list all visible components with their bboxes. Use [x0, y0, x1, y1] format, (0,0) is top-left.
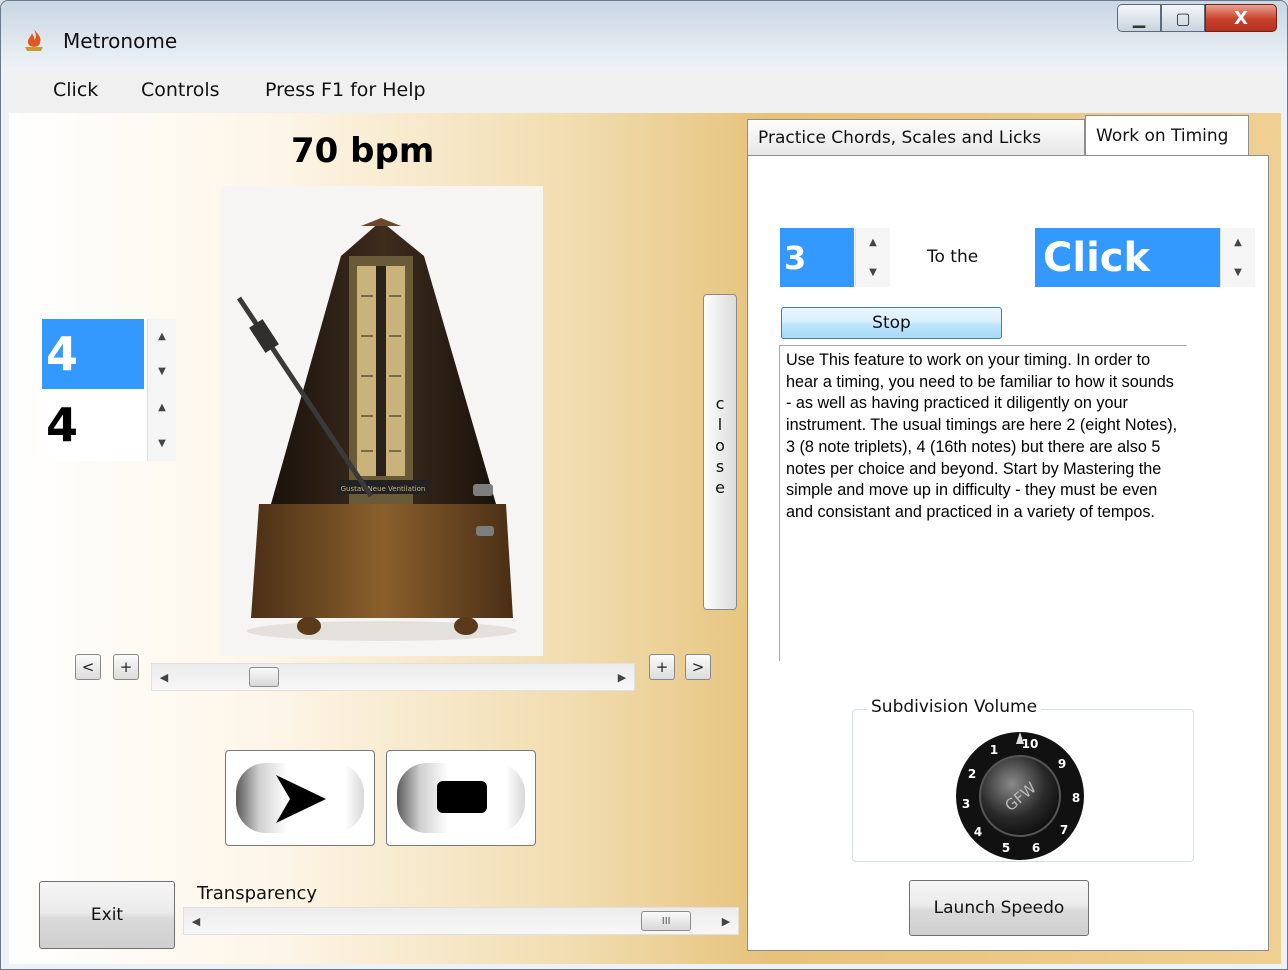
stop-timing-button[interactable]: Stop	[781, 307, 1002, 339]
tempo-slider-thumb[interactable]	[248, 667, 279, 687]
spin-up-icon[interactable]: ▲	[148, 389, 176, 425]
transparency-label: Transparency	[197, 883, 318, 904]
metronome-image: Gustav Neue Ventilation	[221, 186, 543, 656]
knob-mark: 5	[1002, 841, 1010, 855]
knob-mark: 7	[1060, 823, 1068, 837]
volume-knob-icon[interactable]: GFW 10 9 8 7 6 5 4 3 2 1	[946, 728, 1094, 860]
scroll-left-icon[interactable]: ◀	[184, 908, 208, 934]
maximize-button[interactable]: ▢	[1161, 4, 1205, 32]
spin-down-icon[interactable]: ▼	[148, 425, 176, 461]
to-the-label: To the	[927, 247, 979, 267]
menu-bar: Click Controls Press F1 for Help	[9, 71, 1281, 113]
spin-up-icon[interactable]: ▲	[856, 228, 890, 258]
transparency-slider-thumb[interactable]: III	[641, 911, 692, 931]
knob-mark: 2	[968, 767, 976, 781]
subdivision-value[interactable]: 3	[780, 228, 854, 287]
close-window-button[interactable]: X	[1205, 4, 1277, 32]
target-value[interactable]: Click	[1035, 228, 1221, 287]
subdivision-volume-label: Subdivision Volume	[867, 697, 1042, 717]
target-spinner[interactable]: Click ▲ ▼	[1035, 228, 1255, 287]
knob-mark: 9	[1058, 757, 1066, 771]
stop-button[interactable]	[386, 750, 536, 846]
spin-down-icon[interactable]: ▼	[148, 354, 176, 389]
tempo-slider[interactable]: ◀ ▶	[151, 663, 635, 691]
metronome-illustration: Gustav Neue Ventilation	[236, 218, 517, 641]
menu-click[interactable]: Click	[53, 79, 98, 101]
play-button[interactable]	[225, 750, 375, 846]
beats-arrows[interactable]: ▲ ▼	[147, 319, 176, 389]
spin-up-icon[interactable]: ▲	[148, 319, 176, 354]
spin-up-icon[interactable]: ▲	[1221, 228, 1255, 258]
close-icon: X	[1234, 7, 1248, 29]
unit-value[interactable]: 4	[42, 389, 144, 461]
beats-value[interactable]: 4	[42, 319, 144, 389]
scroll-right-icon[interactable]: ▶	[610, 664, 634, 690]
tempo-plus-left-button[interactable]: +	[113, 654, 139, 680]
menu-controls[interactable]: Controls	[141, 79, 220, 101]
exit-button[interactable]: Exit	[39, 881, 175, 949]
close-letter: c	[715, 394, 725, 413]
close-letter: e	[715, 478, 725, 497]
stop-icon	[437, 781, 487, 813]
grip-icon: III	[661, 915, 671, 927]
knob-mark: 1	[990, 743, 998, 757]
target-arrows[interactable]: ▲ ▼	[1220, 228, 1255, 287]
spin-down-icon[interactable]: ▼	[1221, 258, 1255, 288]
tempo-display: 70 bpm	[291, 131, 435, 171]
spin-down-icon[interactable]: ▼	[856, 258, 890, 288]
scroll-right-icon[interactable]: ▶	[714, 908, 738, 934]
timing-description: Use This feature to work on your timing.…	[779, 345, 1187, 661]
transparency-slider[interactable]: ◀ III ▶	[183, 907, 739, 935]
close-letter: o	[715, 436, 725, 455]
tempo-plus-right-button[interactable]: +	[649, 654, 675, 680]
tab-timing[interactable]: Work on Timing	[1085, 115, 1249, 155]
launch-speedo-button[interactable]: Launch Speedo	[909, 880, 1089, 936]
close-letter: s	[715, 457, 725, 476]
close-panel-button[interactable]: c l o s e	[703, 294, 737, 610]
play-icon	[276, 775, 326, 823]
subdivision-spinner[interactable]: 3 ▲ ▼	[780, 228, 890, 287]
title-bar[interactable]: Metronome ▁ ▢ X	[1, 1, 1287, 71]
menu-help[interactable]: Press F1 for Help	[265, 79, 426, 101]
tempo-increase-button[interactable]: >	[685, 654, 711, 680]
minimize-icon: ▁	[1132, 8, 1146, 28]
unit-arrows[interactable]: ▲ ▼	[147, 389, 176, 461]
subdivision-arrows[interactable]: ▲ ▼	[855, 228, 890, 287]
knob-mark: 10	[1022, 737, 1039, 751]
caption-buttons: ▁ ▢ X	[1117, 4, 1277, 32]
knob-mark: 6	[1032, 841, 1040, 855]
beats-spinner[interactable]: 4 ▲ ▼	[42, 319, 176, 389]
scroll-left-icon[interactable]: ◀	[152, 664, 176, 690]
fire-app-icon	[25, 29, 43, 51]
knob-mark: 3	[962, 797, 970, 811]
metronome-window: Metronome ▁ ▢ X Click Controls Press F1 …	[0, 0, 1288, 970]
tempo-decrease-button[interactable]: <	[75, 654, 101, 680]
unit-spinner[interactable]: 4 ▲ ▼	[42, 389, 176, 461]
knob-mark: 8	[1072, 791, 1080, 805]
maximize-icon: ▢	[1175, 8, 1191, 28]
knob-mark: 4	[974, 825, 982, 839]
window-title: Metronome	[63, 29, 178, 53]
tab-practice[interactable]: Practice Chords, Scales and Licks	[747, 119, 1085, 155]
minimize-button[interactable]: ▁	[1117, 4, 1161, 32]
close-letter: l	[717, 415, 723, 434]
plate-text: Gustav Neue Ventilation	[341, 485, 426, 493]
